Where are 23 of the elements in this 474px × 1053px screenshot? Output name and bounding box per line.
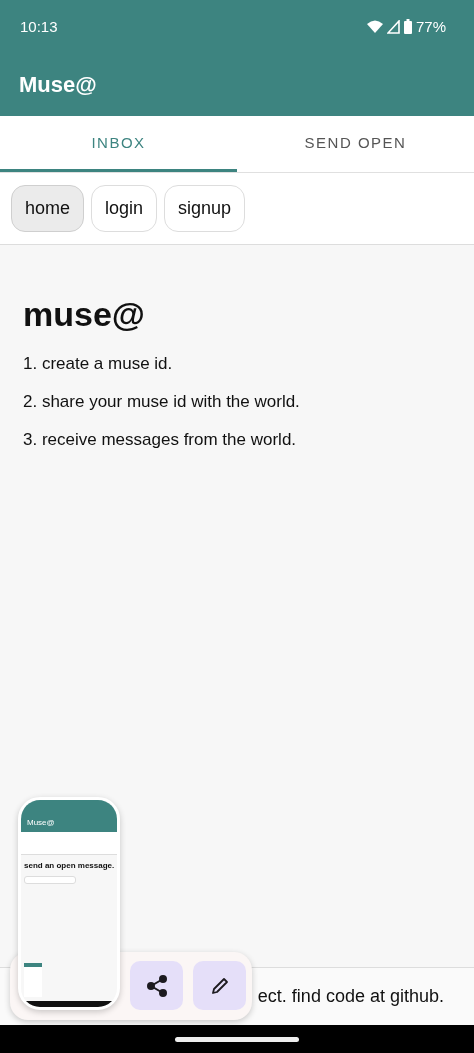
- thumbnail-input-field: [24, 876, 76, 884]
- battery-icon: [403, 19, 412, 34]
- footer-text: ect. find code at github.: [257, 986, 444, 1007]
- status-time: 10:13: [20, 18, 58, 35]
- share-icon: [145, 974, 168, 997]
- step-text: 2. share your muse id with the world.: [23, 392, 300, 412]
- step-text: 1. create a muse id.: [23, 354, 173, 374]
- share-button[interactable]: [130, 961, 183, 1010]
- wifi-icon: [366, 19, 383, 34]
- home-handle[interactable]: [175, 1036, 299, 1042]
- thumbnail-heading: send an open message.: [24, 861, 114, 870]
- page-heading: muse@: [23, 295, 145, 334]
- nav-chip[interactable]: signup: [164, 185, 246, 232]
- nav-chip[interactable]: login: [91, 185, 158, 232]
- nav-chip[interactable]: home: [11, 185, 85, 232]
- screenshot-thumbnail[interactable]: Muse@ send an open message.: [18, 797, 120, 1010]
- edit-button[interactable]: [193, 961, 246, 1010]
- pencil-icon: [209, 975, 230, 996]
- thumbnail-app-title: Muse@: [27, 818, 55, 827]
- app-title: Muse@: [18, 72, 97, 98]
- battery-percent: 77%: [415, 18, 446, 35]
- signal-icon: [386, 19, 400, 34]
- step-text: 3. receive messages from the world.: [23, 430, 297, 450]
